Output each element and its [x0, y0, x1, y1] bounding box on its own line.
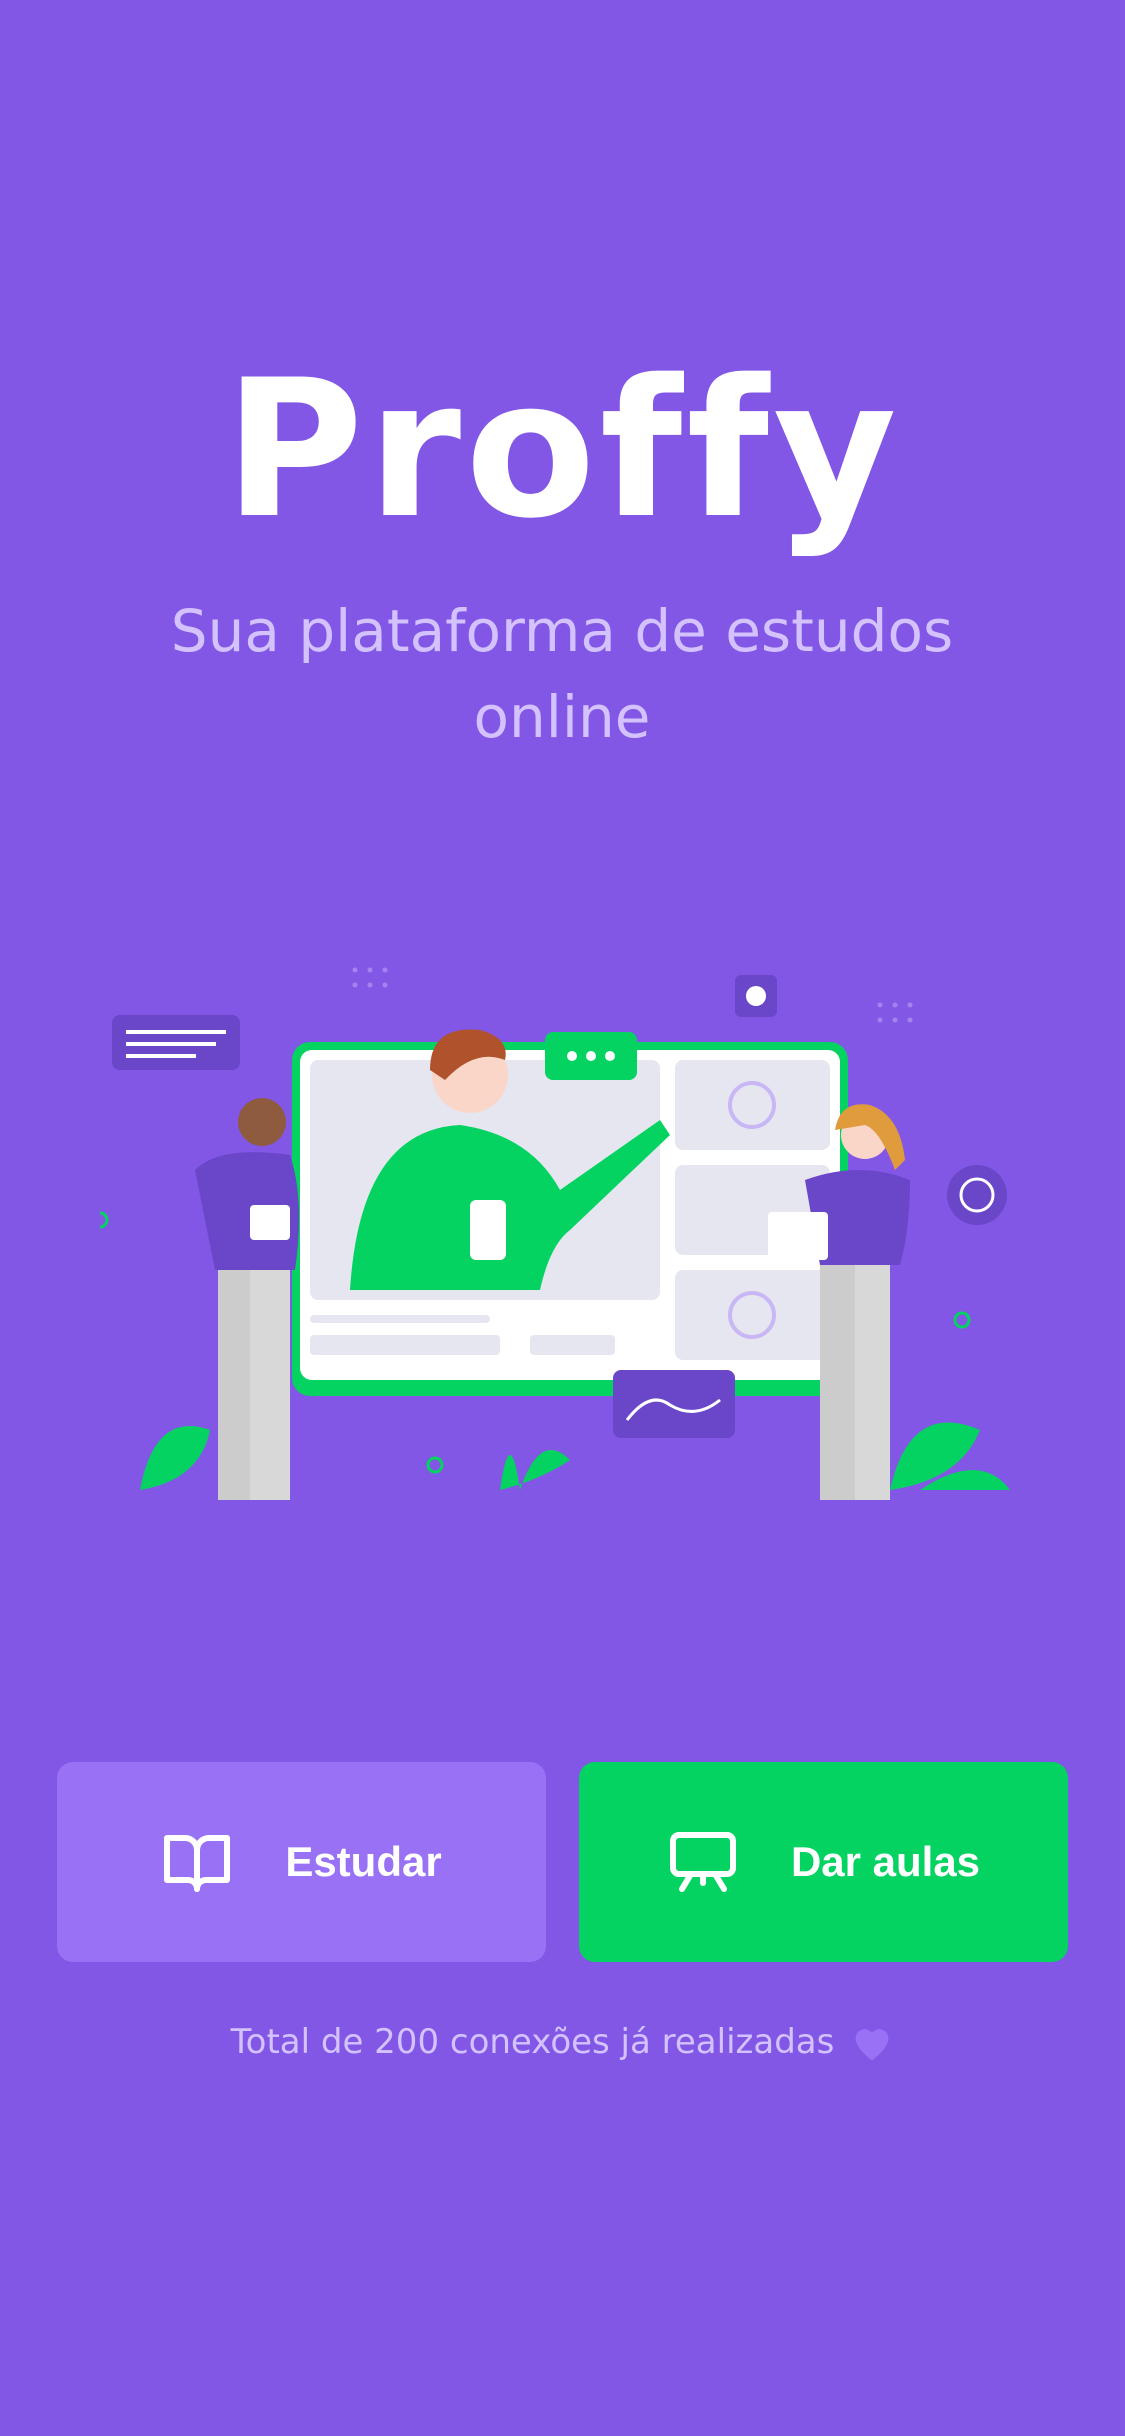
subtitle-line-1: Sua plataforma de estudos [170, 597, 954, 665]
book-open-icon [161, 1826, 233, 1898]
subtitle-line-2: online [473, 683, 651, 751]
presentation-icon [667, 1826, 739, 1898]
landing-illustration [100, 967, 1010, 1500]
total-connections-text: Total de 200 conexões já realizadas [230, 2022, 835, 2062]
app-subtitle: Sua plataforma de estudos online [112, 588, 1012, 760]
teach-button-label: Dar aulas [790, 1838, 981, 1885]
teach-button[interactable]: Dar aulas [579, 1762, 1068, 1962]
app-logo: Proffy [224, 339, 901, 560]
study-button-label: Estudar [285, 1838, 442, 1885]
total-connections: Total de 200 conexões já realizadas [0, 2022, 1125, 2062]
heart-icon [850, 2022, 894, 2062]
study-button[interactable]: Estudar [57, 1762, 546, 1962]
